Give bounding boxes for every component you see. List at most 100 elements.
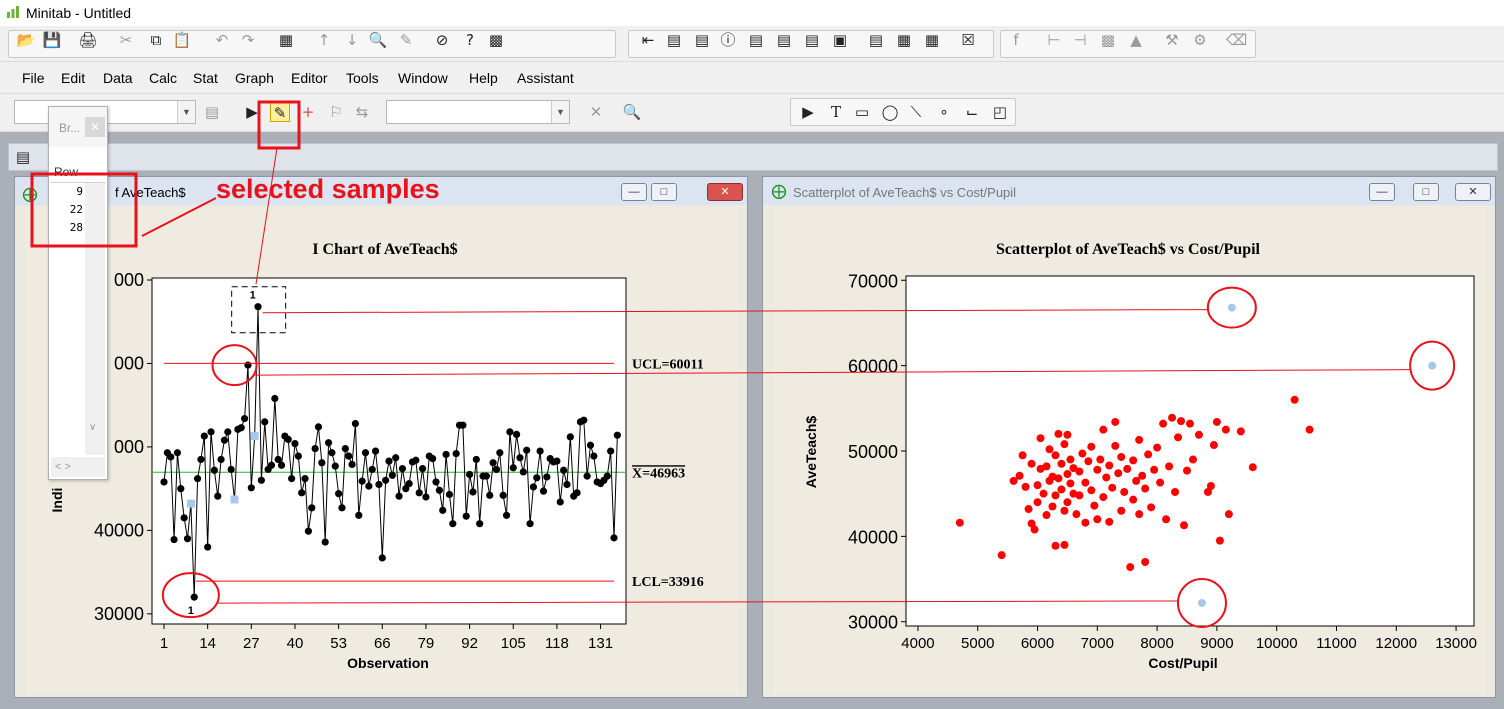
horizontal-scrollbar[interactable]: < > xyxy=(51,457,105,477)
data-point xyxy=(583,472,591,480)
data-point xyxy=(405,480,413,488)
data-point xyxy=(335,490,343,498)
scatter-point xyxy=(1221,425,1230,434)
scatter-point xyxy=(1102,473,1111,482)
data-point xyxy=(422,493,430,501)
data-point xyxy=(610,534,618,542)
data-point xyxy=(311,444,319,453)
data-point xyxy=(294,452,302,460)
data-point xyxy=(516,454,524,462)
scatter-point xyxy=(1206,482,1215,490)
data-point xyxy=(492,465,501,474)
scroll-down-icon[interactable]: ∨ xyxy=(89,422,96,433)
scatter-point xyxy=(1105,461,1114,470)
data-point xyxy=(240,414,249,423)
data-point xyxy=(523,446,531,454)
brushing-palette[interactable]: Br... ✕ Row 9 22 28 ∨ < > xyxy=(48,106,108,480)
data-point xyxy=(529,483,538,491)
scatter-point xyxy=(1120,487,1129,496)
data-point xyxy=(445,490,454,499)
scatter-point xyxy=(1063,430,1072,439)
scatter-point xyxy=(1024,505,1033,514)
close-icon[interactable]: ✕ xyxy=(85,117,105,137)
scatterplot-ylabel: AveTeach$ xyxy=(803,416,819,489)
scatter-point xyxy=(1087,442,1096,451)
brushed-row[interactable]: 22 xyxy=(53,203,83,216)
data-point xyxy=(257,476,265,484)
center-line-label: X=46963 xyxy=(632,466,685,481)
scatter-point xyxy=(1129,495,1138,504)
data-point xyxy=(415,489,423,497)
data-point xyxy=(167,453,175,461)
scatter-point xyxy=(1057,459,1066,468)
x-tick-label: 8000 xyxy=(1140,635,1173,652)
scatter-point xyxy=(1060,540,1069,549)
brushing-palette-titlebar[interactable]: Br... ✕ xyxy=(49,107,107,147)
data-point xyxy=(553,457,561,465)
data-point xyxy=(533,474,541,482)
out-of-control-label: 1 xyxy=(188,605,194,617)
brushed-point xyxy=(1227,303,1236,312)
data-point xyxy=(254,303,262,311)
data-point xyxy=(291,439,299,448)
data-point xyxy=(526,520,534,528)
data-point xyxy=(361,449,370,457)
data-point xyxy=(321,538,329,546)
data-point xyxy=(224,428,232,436)
brushing-column-header[interactable]: Row xyxy=(51,165,105,183)
data-point xyxy=(398,465,407,473)
scatter-point xyxy=(1042,511,1051,520)
scatter-point xyxy=(1051,541,1060,550)
data-point xyxy=(395,492,403,500)
scatter-point xyxy=(1039,489,1048,498)
data-point xyxy=(190,593,198,601)
y-tick-label: 000 xyxy=(114,353,144,373)
data-point xyxy=(288,475,296,483)
brushed-point xyxy=(230,495,239,504)
vertical-scrollbar[interactable]: ∨ xyxy=(85,183,105,455)
x-tick-label: 12000 xyxy=(1375,635,1417,652)
data-point xyxy=(177,485,185,493)
scatter-point xyxy=(1051,451,1060,460)
data-point xyxy=(603,472,611,480)
scatter-point xyxy=(1036,434,1045,443)
x-tick-label: 1 xyxy=(160,635,168,652)
scatter-point xyxy=(1159,419,1168,428)
scatter-point xyxy=(1066,455,1075,464)
data-point xyxy=(180,514,188,522)
data-point xyxy=(573,489,581,497)
x-tick-label: 5000 xyxy=(961,635,994,652)
scatterplot-frame xyxy=(905,275,1475,627)
i-chart-ylabel: Indi xyxy=(49,488,65,513)
data-point xyxy=(368,465,376,474)
data-point xyxy=(580,416,588,424)
data-point xyxy=(261,418,269,426)
x-tick-label: 10000 xyxy=(1256,635,1298,652)
x-tick-label: 131 xyxy=(588,635,613,652)
scatter-point xyxy=(1147,503,1156,512)
scatter-point xyxy=(1066,479,1075,488)
data-point xyxy=(183,535,192,543)
data-point xyxy=(204,543,212,551)
data-point xyxy=(462,512,470,520)
scatter-point xyxy=(1075,467,1084,476)
i-chart-xlabel: Observation xyxy=(347,655,429,671)
brushed-point xyxy=(1428,361,1437,370)
data-point xyxy=(308,504,316,512)
x-tick-label: 9000 xyxy=(1200,635,1233,652)
data-point xyxy=(439,506,447,514)
scatter-point xyxy=(1027,459,1036,468)
scatter-point xyxy=(1144,450,1153,459)
scatter-point xyxy=(1186,419,1194,428)
scatter-point xyxy=(1108,483,1117,492)
scatter-point xyxy=(1015,471,1024,480)
data-point xyxy=(586,441,595,449)
data-point xyxy=(160,478,168,486)
scatter-point xyxy=(1183,466,1192,475)
brushed-row[interactable]: 28 xyxy=(53,221,83,234)
data-point xyxy=(214,492,222,500)
brushed-row[interactable]: 9 xyxy=(53,185,83,198)
scatter-point xyxy=(1153,443,1162,452)
scatter-point xyxy=(1060,506,1069,515)
scatter-point xyxy=(1162,515,1171,524)
